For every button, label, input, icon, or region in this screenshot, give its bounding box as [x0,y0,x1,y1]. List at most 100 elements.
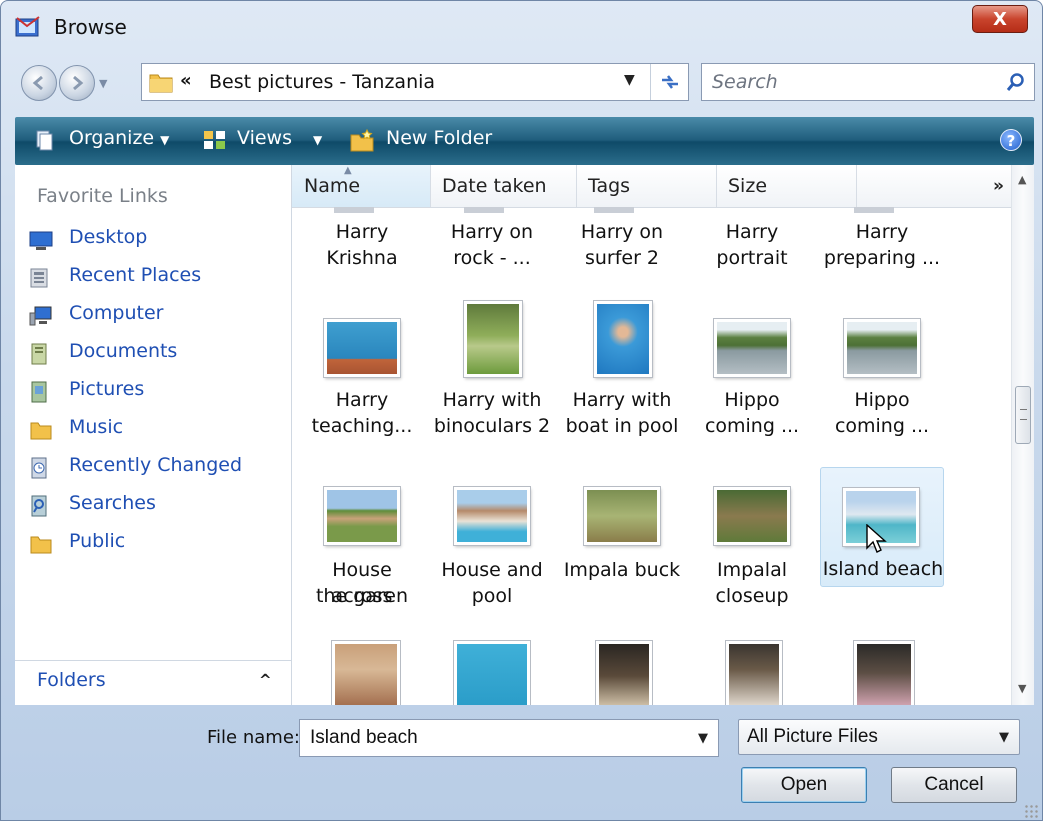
file-name-line: coming ... [704,415,800,437]
file-name-combobox[interactable]: ▼ [299,719,719,757]
thumbnail-partial [334,207,374,213]
address-path[interactable]: Best pictures - Tanzania [209,71,435,93]
computer-icon [29,305,53,327]
file-name-line: Island beach [822,558,944,580]
column-header-name[interactable]: ▲ Name [292,165,431,207]
file-name-dropdown-icon[interactable]: ▼ [698,731,708,746]
nav-item-documents[interactable]: Documents [25,339,287,369]
scroll-up-arrow-icon[interactable]: ▲ [1018,173,1026,186]
scroll-down-arrow-icon[interactable]: ▼ [1018,682,1026,695]
organize-dropdown-icon: ▼ [160,133,170,147]
file-name-input[interactable] [308,726,692,750]
back-button[interactable] [21,65,57,101]
file-tile[interactable]: Hippo coming ... [690,295,814,445]
nav-item-label: Recently Changed [69,454,243,476]
searches-icon [29,495,53,517]
image-thumbnail[interactable] [854,641,914,705]
image-thumbnail [714,487,790,545]
address-dropdown-icon[interactable]: ▼ [624,72,635,88]
organize-label: Organize [69,127,155,149]
file-tile[interactable]: House across the garen [300,467,424,617]
column-header-tags[interactable]: Tags [576,165,717,207]
thumbnail-partial [464,207,504,213]
vertical-scrollbar[interactable]: ▲ ▼ [1011,165,1034,705]
file-name-line: Harry on [450,221,534,243]
search-icon[interactable] [1006,72,1026,96]
file-name-line: Impala buck [563,559,681,581]
file-name-line: closeup [715,585,789,607]
image-thumbnail[interactable] [596,641,652,705]
file-tile[interactable]: Hippo coming ... [820,295,944,445]
organize-icon[interactable] [35,129,55,155]
column-header-size[interactable]: Size [716,165,857,207]
nav-item-computer[interactable]: Computer [25,301,287,331]
open-button[interactable]: Open [741,767,867,803]
file-tile[interactable]: Impalal closeup [690,467,814,617]
image-thumbnail [464,301,522,377]
address-overflow-chevron[interactable]: « [180,70,192,91]
file-name-label: File name: [207,727,300,748]
command-toolbar: Organize ▼ Views ▼ New Folder ? [15,117,1034,165]
navigation-pane: Favorite Links Desktop Recent Places Com… [15,165,292,705]
file-tile[interactable]: Harry portrait [690,215,814,285]
nav-item-public[interactable]: Public [25,529,287,559]
dialog-body: Favorite Links Desktop Recent Places Com… [15,165,1034,705]
documents-icon [29,343,53,365]
image-thumbnail[interactable] [332,641,400,705]
address-bar[interactable]: « Best pictures - Tanzania ▼ [141,63,689,101]
nav-item-recent-places[interactable]: Recent Places [25,263,287,293]
nav-item-label: Music [69,416,124,438]
music-folder-icon [29,419,53,441]
resize-grip[interactable] [1024,804,1038,818]
file-name-line: Harry with [442,389,542,411]
folders-toggle[interactable]: Folders ^ [15,660,291,705]
file-tile[interactable]: Harry teaching... [300,295,424,445]
file-name-line: Harry on [580,221,664,243]
views-dropdown-icon[interactable]: ▼ [313,133,322,147]
file-name-line: preparing ... [823,247,941,269]
file-tile[interactable]: Impala buck [560,467,684,617]
cancel-button[interactable]: Cancel [891,767,1017,803]
refresh-button[interactable] [650,64,689,100]
views-menu[interactable]: Views [237,127,292,149]
recent-places-icon [29,267,53,289]
column-label: Name [304,175,361,197]
new-folder-button[interactable]: New Folder [386,127,492,149]
close-button[interactable]: X [972,5,1028,33]
organize-menu[interactable]: Organize ▼ [69,127,169,149]
column-header-date-taken[interactable]: Date taken [430,165,577,207]
image-thumbnail[interactable] [454,641,530,705]
file-tile[interactable]: Harry on surfer 2 [560,215,684,285]
views-icon[interactable] [203,129,227,155]
recently-changed-icon [29,457,53,479]
search-box[interactable]: Search [701,63,1035,101]
file-type-filter[interactable]: All Picture Files ▼ [738,719,1020,755]
image-thumbnail [324,319,400,377]
title-bar: Browse X [1,1,1042,55]
nav-item-searches[interactable]: Searches [25,491,287,521]
column-label: Size [728,175,768,197]
help-icon[interactable]: ? [1000,129,1022,151]
file-tile[interactable]: House and pool [430,467,554,617]
nav-item-music[interactable]: Music [25,415,287,445]
forward-button[interactable] [59,65,95,101]
desktop-icon [29,229,53,251]
file-tile[interactable]: Harry preparing ... [820,215,944,285]
nav-item-desktop[interactable]: Desktop [25,225,287,255]
image-thumbnail[interactable] [726,641,782,705]
nav-item-pictures[interactable]: Pictures [25,377,287,407]
nav-item-recently-changed[interactable]: Recently Changed [25,453,287,483]
new-folder-icon[interactable] [349,128,375,157]
file-tile[interactable]: Harry with binoculars 2 [430,295,554,445]
file-tile[interactable]: Harry with boat in pool [560,295,684,445]
file-type-value: All Picture Files [747,726,878,747]
file-tile[interactable]: Harry on rock - ... [430,215,554,285]
file-tile[interactable]: Harry Krishna [300,215,424,285]
file-tile-selected[interactable]: Island beach [820,467,944,587]
more-columns-chevron[interactable]: » [993,176,1004,196]
recent-pages-dropdown[interactable]: ▼ [99,77,107,90]
public-folder-icon [29,533,53,555]
chevron-up-icon[interactable]: ^ [259,671,272,689]
scrollbar-thumb[interactable] [1015,386,1031,444]
search-placeholder[interactable]: Search [712,71,778,93]
